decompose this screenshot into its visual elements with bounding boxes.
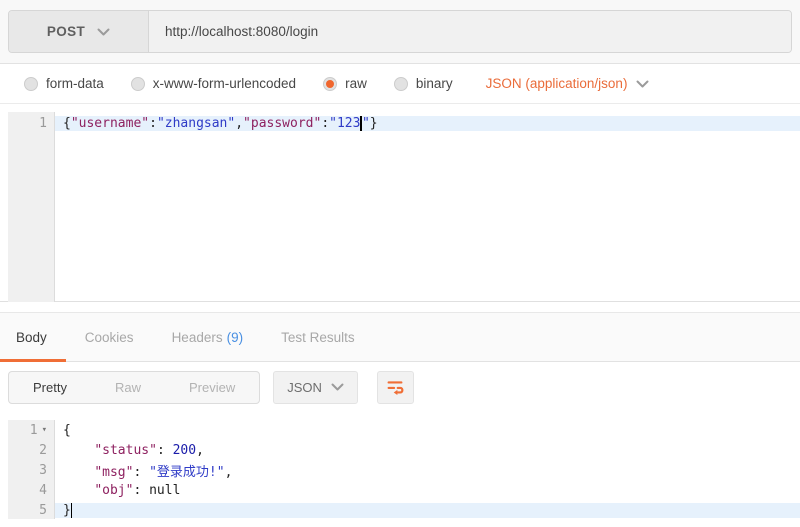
request-code-area[interactable]: 1{"username":"zhangsan","password":"123"… (0, 112, 800, 302)
line-number: 3 (0, 463, 55, 478)
radio-selected-icon[interactable] (323, 77, 337, 91)
content-type-label: JSON (application/json) (486, 76, 628, 91)
headers-count-badge: (9) (227, 330, 244, 345)
radio-label: binary (416, 76, 453, 91)
code-text[interactable]: "status": 200, (55, 443, 800, 458)
code-text[interactable]: { (55, 423, 800, 438)
line-number: 2 (0, 443, 55, 458)
code-text[interactable]: "msg": "登录成功!", (55, 461, 800, 480)
body-type-row: form-data x-www-form-urlencoded raw bina… (0, 64, 800, 104)
tab-body[interactable]: Body (16, 330, 47, 345)
radio-label: x-www-form-urlencoded (153, 76, 296, 91)
line-number: 1 (0, 116, 55, 131)
line-number-gutter (8, 112, 55, 302)
section-gap (0, 302, 800, 312)
method-dropdown[interactable]: POST (9, 11, 149, 52)
radio-label: raw (345, 76, 367, 91)
format-label: JSON (287, 380, 322, 395)
radio-icon[interactable] (24, 77, 38, 91)
tab-cookies[interactable]: Cookies (85, 330, 134, 345)
radio-option-form-data[interactable]: form-data (24, 76, 104, 91)
url-text: http://localhost:8080/login (165, 24, 318, 39)
preview-button[interactable]: Preview (165, 372, 259, 403)
code-line[interactable]: 5} (0, 500, 800, 520)
request-url-row: POST http://localhost:8080/login (0, 0, 800, 64)
code-line[interactable]: 2 "status": 200, (0, 440, 800, 460)
tab-headers-label: Headers (172, 330, 223, 345)
tab-headers[interactable]: Headers (9) (172, 330, 244, 345)
chevron-down-icon (331, 383, 344, 391)
format-dropdown[interactable]: JSON (273, 371, 358, 404)
chevron-down-icon (97, 28, 110, 36)
radio-option-urlencoded[interactable]: x-www-form-urlencoded (131, 76, 296, 91)
radio-icon[interactable] (394, 77, 408, 91)
radio-option-binary[interactable]: binary (394, 76, 453, 91)
request-url-bar: POST http://localhost:8080/login (8, 10, 792, 53)
response-tab-bar: Body Cookies Headers (9) Test Results (0, 312, 800, 362)
radio-label: form-data (46, 76, 104, 91)
request-body-editor[interactable]: 1{"username":"zhangsan","password":"123"… (0, 104, 800, 302)
code-line[interactable]: 1▾{ (0, 420, 800, 440)
code-line[interactable]: 3 "msg": "登录成功!", (0, 460, 800, 480)
tab-test-results[interactable]: Test Results (281, 330, 355, 345)
url-input[interactable]: http://localhost:8080/login (149, 11, 791, 52)
line-number: 1▾ (0, 423, 55, 438)
fold-arrow-icon[interactable]: ▾ (42, 425, 47, 435)
code-line[interactable]: 1{"username":"zhangsan","password":"123"… (0, 112, 800, 134)
line-number: 4 (0, 483, 55, 498)
pretty-button[interactable]: Pretty (9, 372, 91, 403)
wrap-lines-button[interactable] (377, 371, 414, 404)
text-cursor (71, 503, 73, 518)
radio-icon[interactable] (131, 77, 145, 91)
line-number: 5 (0, 503, 55, 518)
response-toolbar: Pretty Raw Preview JSON (0, 362, 800, 412)
code-text[interactable]: {"username":"zhangsan","password":"123"} (55, 116, 800, 131)
raw-button[interactable]: Raw (91, 372, 165, 403)
code-line[interactable]: 4 "obj": null (0, 480, 800, 500)
radio-option-raw[interactable]: raw (323, 76, 367, 91)
code-text[interactable]: } (55, 503, 800, 518)
method-label: POST (47, 24, 85, 39)
code-text[interactable]: "obj": null (55, 483, 800, 498)
wrap-lines-icon (385, 377, 405, 397)
response-body-editor[interactable]: 1▾{2 "status": 200,3 "msg": "登录成功!",4 "o… (0, 412, 800, 519)
content-type-dropdown[interactable]: JSON (application/json) (486, 76, 650, 91)
response-code-area[interactable]: 1▾{2 "status": 200,3 "msg": "登录成功!",4 "o… (0, 420, 800, 519)
active-tab-underline (0, 359, 66, 362)
view-toggle-group: Pretty Raw Preview (8, 371, 260, 404)
chevron-down-icon (636, 80, 649, 88)
